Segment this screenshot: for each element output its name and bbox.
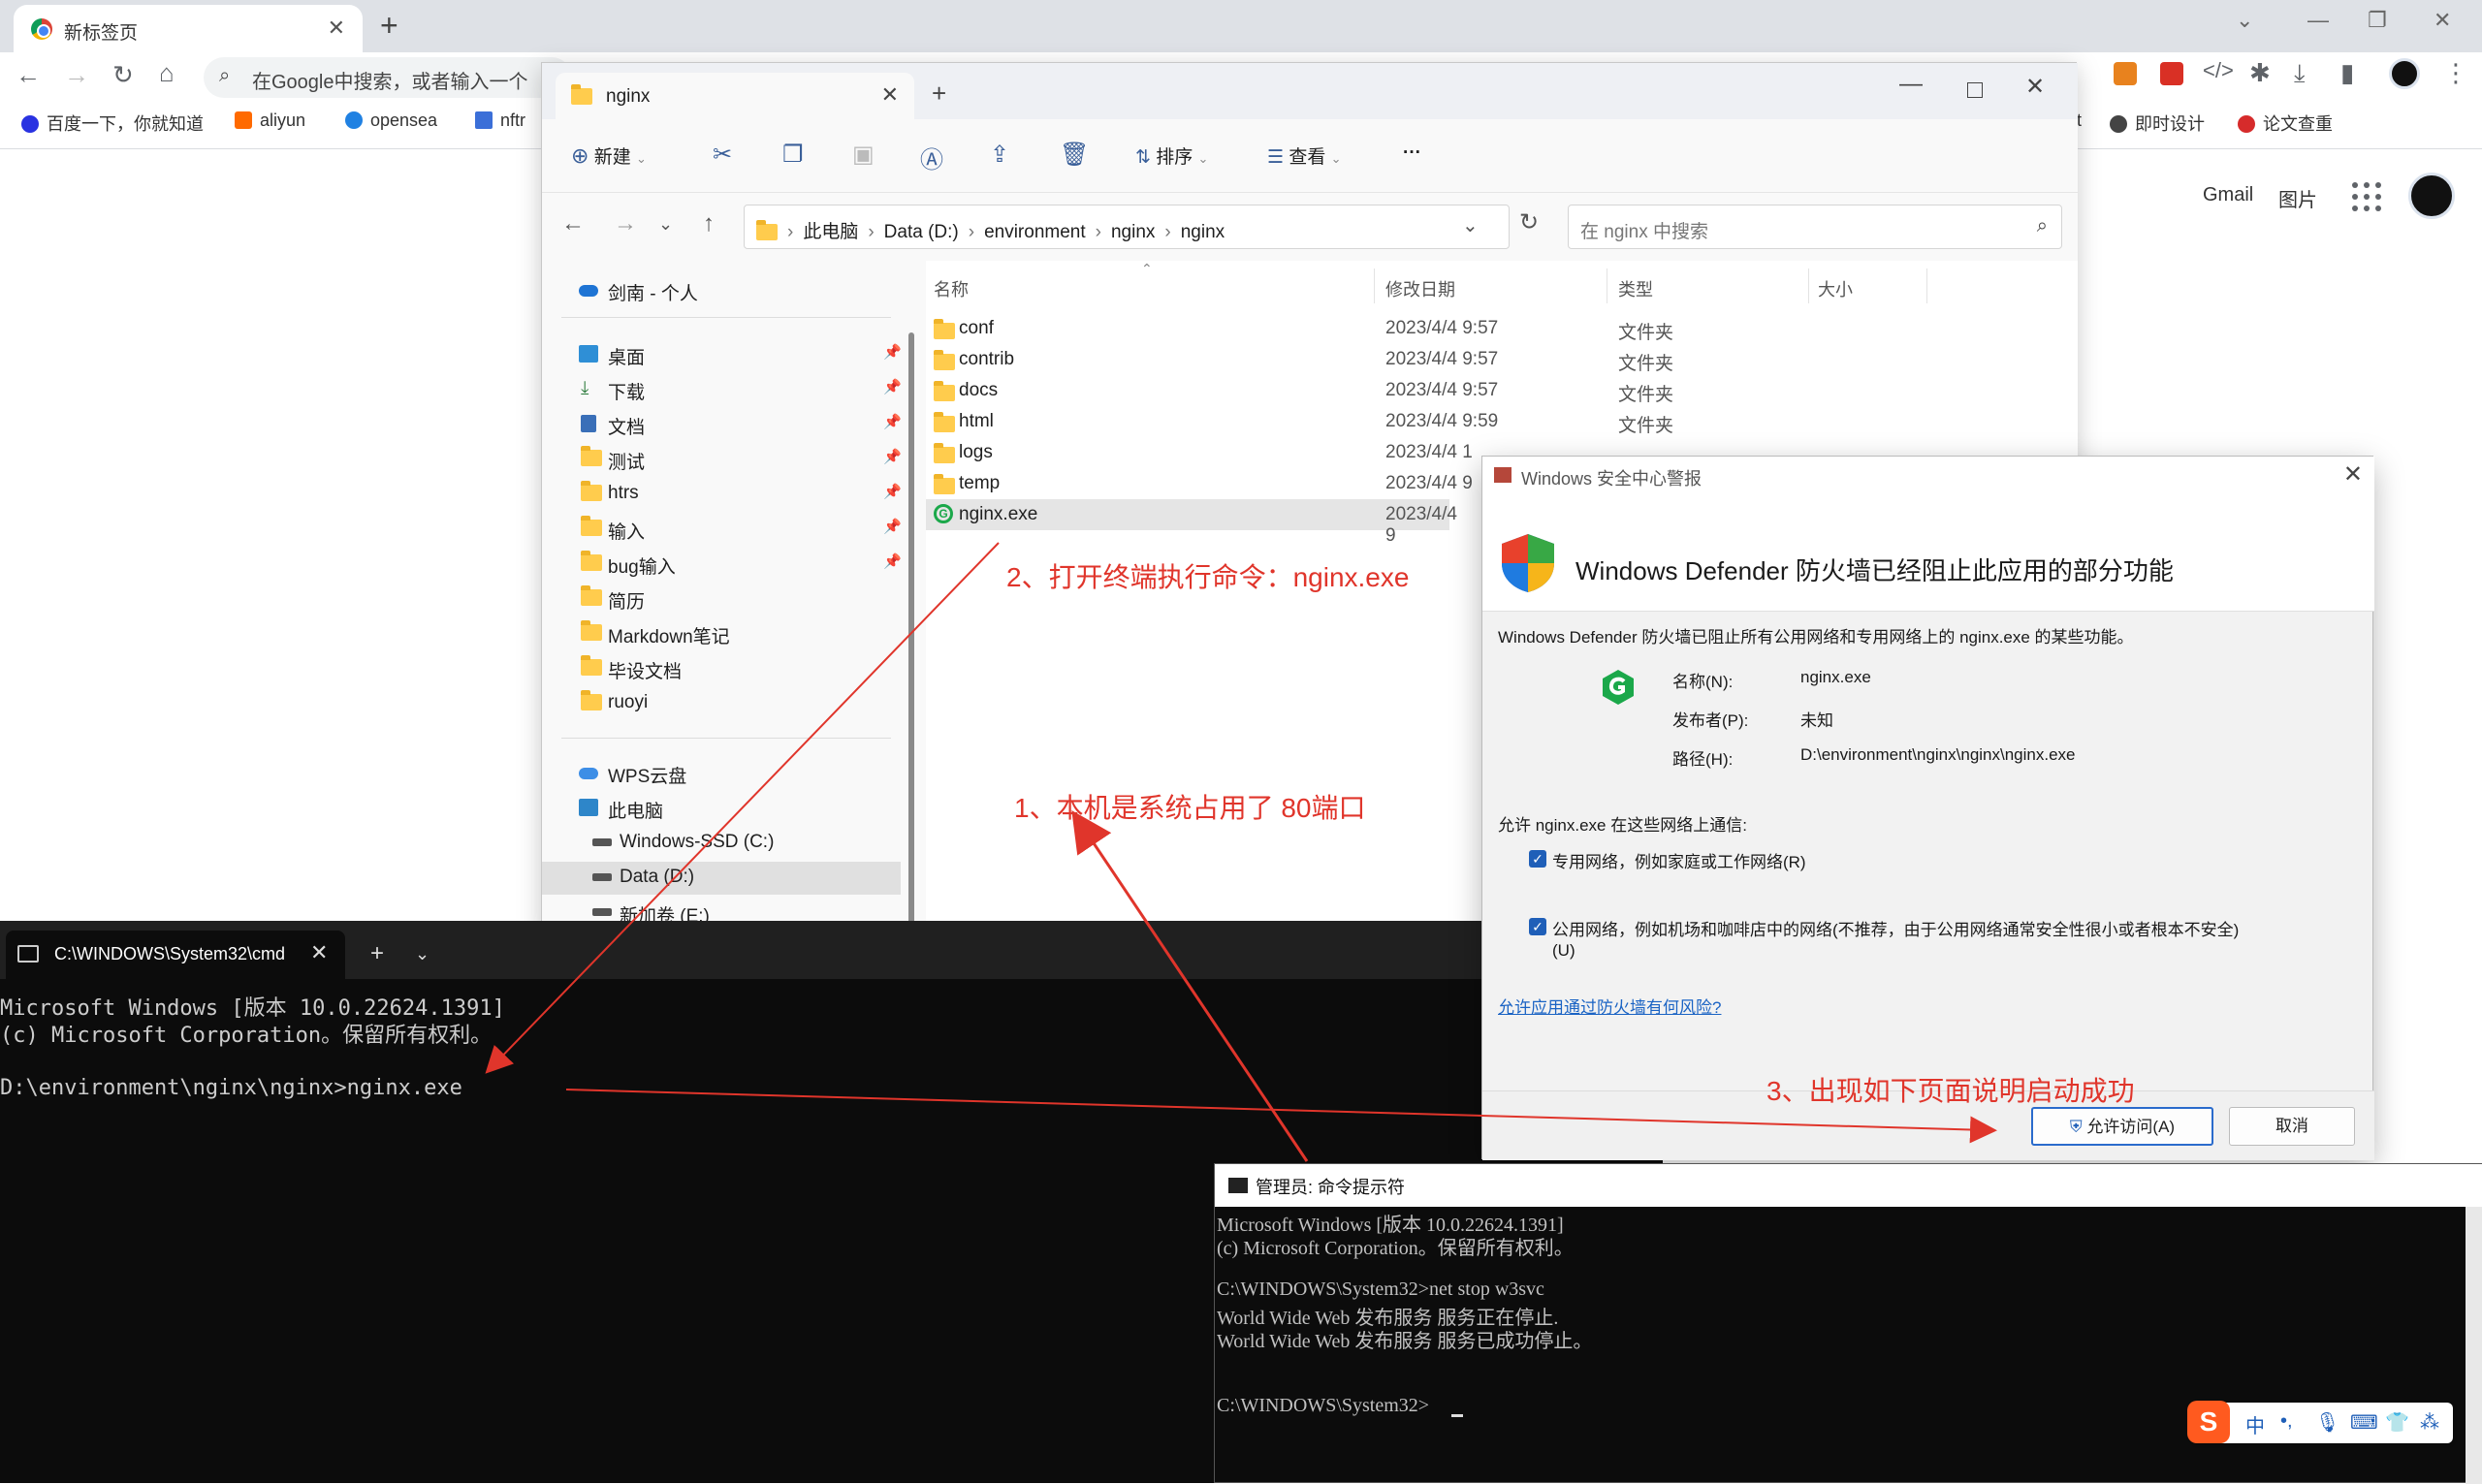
annotation-step-3: 3、出现如下页面说明启动成功 [1766, 1076, 2135, 1106]
arrow-to-port-note [1071, 810, 1309, 1162]
arrow-to-command [485, 542, 1000, 1074]
annotation-step-2: 2、打开终端执行命令：nginx.exe [1006, 562, 1410, 592]
annotation-step-1: 1、本机是系统占用了 80端口 [1014, 793, 1366, 823]
annotation-arrows [485, 542, 1997, 1162]
